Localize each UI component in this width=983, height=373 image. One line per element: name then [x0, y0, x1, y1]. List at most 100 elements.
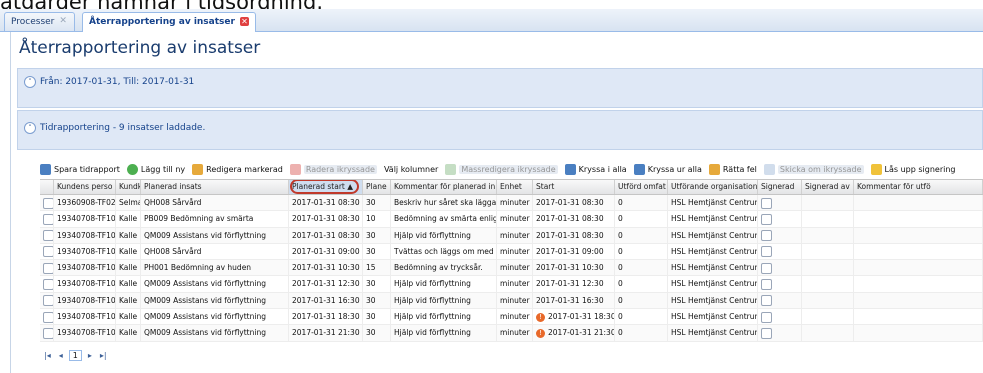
col-header-signed[interactable]: Signerad [758, 180, 802, 194]
checkbox[interactable] [761, 213, 772, 225]
filter-panel: ˅ Från: 2017-01-31, Till: 2017-01-31 [17, 68, 983, 108]
report-panel-header[interactable]: ˄ Tidrapportering - 9 insatser laddade. [18, 115, 982, 140]
signed-cell[interactable] [758, 195, 802, 211]
col-header-unit[interactable]: Enhet [497, 180, 533, 194]
checkbox[interactable] [43, 262, 53, 274]
signed-cell[interactable] [758, 243, 802, 260]
col-header-extent[interactable]: Utförd omfat [615, 180, 668, 194]
checkbox[interactable] [761, 246, 772, 258]
collapse-icon[interactable]: ˄ [24, 121, 36, 134]
table-row[interactable]: 19340708-TF10Kalle SjöQM009 Assistans vi… [40, 227, 983, 244]
save-icon [40, 163, 51, 175]
col-header-select[interactable] [40, 180, 54, 194]
organisation-cell: HSL Hemtjänst Centrum [668, 325, 758, 341]
mass-edit-button[interactable]: Massredigera ikryssade [445, 163, 558, 175]
unlock-signing-button[interactable]: Lås upp signering [870, 163, 955, 175]
col-header-comment[interactable]: Kommentar för planerad in [391, 180, 497, 194]
last-page-icon[interactable]: ▸| [100, 351, 107, 360]
checkbox[interactable] [43, 278, 53, 290]
checkbox[interactable] [43, 311, 53, 323]
col-header-start[interactable]: Start [533, 180, 615, 194]
signed-cell[interactable] [758, 276, 802, 292]
prev-page-icon[interactable]: ◂ [59, 351, 63, 360]
signed-cell[interactable] [758, 325, 802, 341]
insats-cell: QM009 Assistans vid förflyttning [141, 292, 289, 309]
row-checkbox[interactable] [40, 227, 54, 243]
start-cell: 2017-01-31 09:00 [533, 243, 615, 260]
next-page-icon[interactable]: ▸ [88, 351, 92, 360]
table-row[interactable]: 19360908-TF02Selma SQH008 Sårvård2017-01… [40, 195, 983, 212]
checkbox[interactable] [761, 230, 772, 242]
row-checkbox[interactable] [40, 211, 54, 227]
filter-panel-header[interactable]: ˅ Från: 2017-01-31, Till: 2017-01-31 [18, 69, 982, 94]
extent-cell: 0 [615, 292, 668, 309]
warning-icon: ! [536, 312, 545, 322]
row-checkbox[interactable] [40, 243, 54, 260]
close-icon[interactable]: ✕ [59, 17, 68, 26]
check-all-button[interactable]: Kryssa i alla [564, 163, 627, 175]
edit-selected-label: Redigera markerad [206, 164, 283, 174]
checkbox[interactable] [761, 295, 772, 307]
col-header-personnr[interactable]: Kundens perso [54, 180, 116, 194]
row-checkbox[interactable] [40, 276, 54, 292]
first-page-icon[interactable]: |◂ [44, 351, 51, 360]
signed-cell[interactable] [758, 227, 802, 243]
start-value: 2017-01-31 08:30 [536, 230, 604, 240]
page-number[interactable]: 1 [68, 349, 82, 361]
col-header-planned-start[interactable]: Planerad start ▲ [289, 180, 363, 194]
kund-cell: Kalle Sjö [116, 276, 141, 292]
delete-checked-button[interactable]: Radera ikryssade [289, 163, 377, 175]
row-checkbox[interactable] [40, 309, 54, 325]
tab-processer[interactable]: Processer ✕ [4, 12, 76, 31]
checkbox[interactable] [43, 230, 53, 242]
table-row[interactable]: 19340708-TF10Kalle SjöQM009 Assistans vi… [40, 292, 983, 310]
resend-checked-button[interactable]: Skicka om ikryssade [763, 163, 864, 175]
tab-aterrapportering[interactable]: Återrapportering av insatser ✕ [82, 12, 256, 32]
table-row[interactable]: 19340708-TF10Kalle SjöQM009 Assistans vi… [40, 325, 983, 342]
checkbox[interactable] [761, 278, 772, 290]
table-row[interactable]: 19340708-TF10Kalle SjöPH001 Bedömning av… [40, 260, 983, 277]
row-checkbox[interactable] [40, 195, 54, 211]
checkbox[interactable] [43, 246, 53, 258]
organisation-cell: HSL Hemtjänst Centrum [668, 195, 758, 211]
checkbox[interactable] [43, 197, 53, 209]
row-checkbox[interactable] [40, 292, 54, 309]
checkbox[interactable] [43, 295, 53, 307]
fix-errors-button[interactable]: Rätta fel [708, 163, 757, 175]
col-header-organisation[interactable]: Utförande organisation [668, 180, 758, 194]
planned-start-cell: 2017-01-31 09:00 [289, 243, 363, 260]
signed-cell[interactable] [758, 292, 802, 309]
planned-duration-cell: 30 [363, 276, 391, 292]
planned-duration-cell: 10 [363, 211, 391, 227]
col-header-comment-done[interactable]: Kommentar för utfö [854, 180, 983, 194]
table-row[interactable]: 19340708-TF10Kalle SjöQM009 Assistans vi… [40, 276, 983, 293]
start-cell: 2017-01-31 08:30 [533, 227, 615, 243]
edit-selected-button[interactable]: Redigera markerad [192, 163, 283, 175]
table-row[interactable]: 19340708-TF10Kalle SjöQM009 Assistans vi… [40, 309, 983, 326]
signed-cell[interactable] [758, 211, 802, 227]
add-new-button[interactable]: Lägg till ny [126, 163, 185, 175]
checkbox[interactable] [761, 197, 772, 209]
checkbox[interactable] [761, 327, 772, 339]
col-header-kund[interactable]: Kundk [116, 180, 141, 194]
choose-columns-button[interactable]: Välj kolumner [384, 165, 438, 174]
checkbox[interactable] [761, 311, 772, 323]
checkbox[interactable] [43, 327, 53, 339]
table-row[interactable]: 19340708-TF10Kalle SjöQH008 Sårvård2017-… [40, 243, 983, 261]
signed-cell[interactable] [758, 309, 802, 325]
row-checkbox[interactable] [40, 325, 54, 341]
row-checkbox[interactable] [40, 260, 54, 276]
col-header-insats[interactable]: Planerad insats [141, 180, 289, 194]
expand-icon[interactable]: ˅ [24, 75, 36, 88]
signed-cell[interactable] [758, 260, 802, 276]
uncheck-all-button[interactable]: Kryssa ur alla [633, 163, 702, 175]
close-icon[interactable]: ✕ [239, 17, 249, 26]
table-row[interactable]: 19340708-TF10Kalle SjöPB009 Bedömning av… [40, 211, 983, 228]
checkbox[interactable] [761, 262, 772, 274]
unit-cell: minuter [497, 227, 533, 243]
col-header-signed-by[interactable]: Signerad av [802, 180, 854, 194]
col-header-planned-duration[interactable]: Plane [363, 180, 391, 194]
organisation-cell: HSL Hemtjänst Centrum [668, 243, 758, 260]
checkbox[interactable] [43, 213, 53, 225]
save-report-button[interactable]: Spara tidrapport [40, 163, 120, 175]
